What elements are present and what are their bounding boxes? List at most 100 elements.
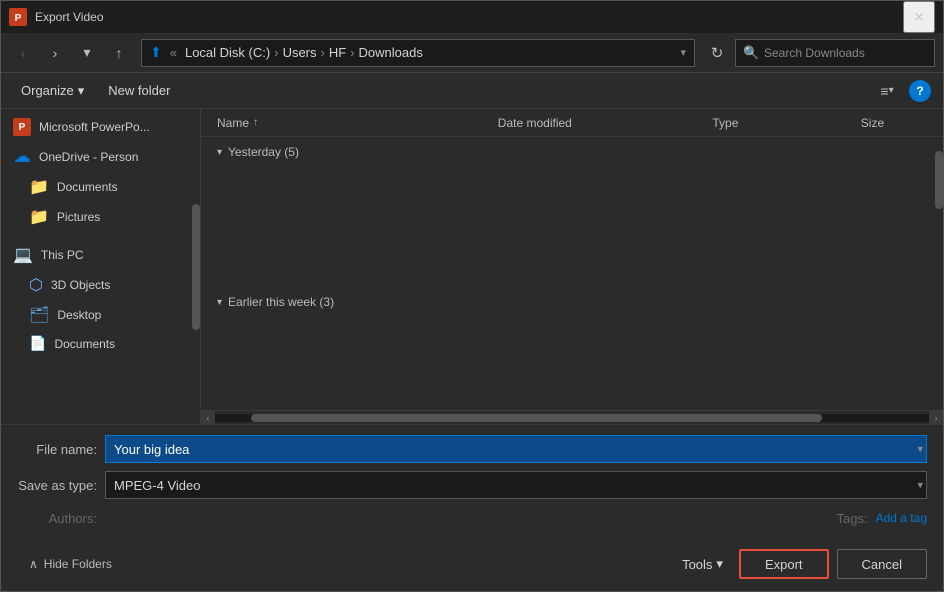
savetype-select[interactable]: MPEG-4 Video Windows Media Video xyxy=(105,471,927,499)
sidebar-item-thispc[interactable]: 💻 This PC xyxy=(1,240,200,270)
refresh-button[interactable]: ↻ xyxy=(703,39,731,67)
footer: ∧ Hide Folders Tools ▾ Export Cancel xyxy=(1,549,943,591)
powerpoint-icon: P xyxy=(13,118,31,136)
address-current: Downloads xyxy=(359,45,423,60)
sidebar-label-documents2: Documents xyxy=(54,337,115,351)
sidebar-label-thispc: This PC xyxy=(41,248,84,262)
sidebar-item-documents2[interactable]: 📄 Documents xyxy=(1,330,200,357)
close-button[interactable]: ✕ xyxy=(903,1,935,33)
file-list-panel: Name ↑ Date modified Type Size ▾ Yest xyxy=(201,109,943,424)
col-header-date[interactable]: Date modified xyxy=(490,109,705,136)
sidebar-label-documents: Documents xyxy=(57,180,118,194)
yesterday-files-area xyxy=(201,167,943,287)
sidebar-scrollbar[interactable] xyxy=(192,109,200,424)
sort-arrow-icon: ↑ xyxy=(253,117,258,128)
recent-locations-button[interactable]: ▾ xyxy=(73,39,101,67)
tools-button[interactable]: Tools ▾ xyxy=(674,552,731,576)
col-header-name[interactable]: Name ↑ xyxy=(209,109,490,136)
scroll-right-button[interactable]: › xyxy=(929,411,943,425)
svg-text:P: P xyxy=(15,13,22,24)
file-list-scrollbar[interactable] xyxy=(935,137,943,424)
help-button[interactable]: ? xyxy=(909,80,931,102)
dialog-title: Export Video xyxy=(35,10,903,24)
sidebar-item-desktop[interactable]: 🗂 Desktop xyxy=(1,300,200,330)
address-separator-0: « xyxy=(170,45,177,60)
file-list[interactable]: ▾ Yesterday (5) ▾ Earlier this week (3) xyxy=(201,137,943,410)
3dobjects-icon: ⬡ xyxy=(29,275,43,295)
view-arrow-icon: ▾ xyxy=(889,85,894,96)
desktop-icon: 🗂 xyxy=(29,305,49,325)
sidebar-label-desktop: Desktop xyxy=(57,308,101,322)
sidebar-scrollbar-thumb xyxy=(192,204,200,330)
view-icon: ≡ xyxy=(880,83,888,99)
savetype-wrapper: MPEG-4 Video Windows Media Video ▾ xyxy=(105,471,927,499)
folder-icon-pictures: 📁 xyxy=(29,207,49,227)
toolbar: Organize ▾ New folder ≡ ▾ ? xyxy=(1,73,943,109)
folder-icon-documents: 📁 xyxy=(29,177,49,197)
address-dropdown-icon[interactable]: ▾ xyxy=(680,46,686,59)
bottom-form-area: File name: ▾ Save as type: MPEG-4 Video … xyxy=(1,424,943,549)
file-list-scrollbar-thumb xyxy=(935,151,943,208)
up-arrow-icon: ↑ xyxy=(116,45,123,61)
sidebar-item-onedrive[interactable]: ☁ OneDrive - Person xyxy=(1,141,200,172)
title-bar: P Export Video ✕ xyxy=(1,1,943,33)
address-part-1: Users xyxy=(283,45,317,60)
address-arrow-icon: ⬆ xyxy=(150,44,162,61)
back-icon: ‹ xyxy=(21,45,26,61)
new-folder-button[interactable]: New folder xyxy=(100,79,178,102)
file-list-header: Name ↑ Date modified Type Size xyxy=(201,109,943,137)
address-parts: Local Disk (C:) › Users › HF › Downloads xyxy=(185,45,673,60)
col-header-size[interactable]: Size xyxy=(853,109,935,136)
group-label-yesterday: Yesterday (5) xyxy=(228,145,299,159)
address-bar[interactable]: ⬆ « Local Disk (C:) › Users › HF › Downl… xyxy=(141,39,695,67)
sidebar-label-powerpoint: Microsoft PowerPo... xyxy=(39,120,150,134)
address-sep-2: › xyxy=(350,45,354,60)
cancel-button[interactable]: Cancel xyxy=(837,549,927,579)
hide-folders-arrow-icon: ∧ xyxy=(29,557,38,571)
sidebar-item-pictures[interactable]: 📁 Pictures xyxy=(1,202,200,232)
sidebar-label-3dobjects: 3D Objects xyxy=(51,278,110,292)
chevron-down-icon: ▾ xyxy=(83,44,90,61)
sidebar-item-3dobjects[interactable]: ⬡ 3D Objects xyxy=(1,270,200,300)
up-button[interactable]: ↑ xyxy=(105,39,133,67)
onedrive-icon: ☁ xyxy=(13,146,31,167)
new-folder-label: New folder xyxy=(108,83,170,98)
scroll-track[interactable] xyxy=(215,414,929,422)
address-sep-1: › xyxy=(321,45,325,60)
group-header-earlier[interactable]: ▾ Earlier this week (3) xyxy=(201,287,943,317)
group-chevron-earlier: ▾ xyxy=(217,297,222,308)
filename-label: File name: xyxy=(17,442,97,457)
tags-label: Tags: xyxy=(837,511,868,526)
forward-button[interactable]: › xyxy=(41,39,69,67)
export-video-dialog: P Export Video ✕ ‹ › ▾ ↑ ⬆ « Local Disk … xyxy=(0,0,944,592)
filename-input-wrapper: ▾ xyxy=(105,435,927,463)
authors-label: Authors: xyxy=(17,511,97,526)
hide-folders-label: Hide Folders xyxy=(44,557,112,571)
content-area: P Microsoft PowerPo... ☁ OneDrive - Pers… xyxy=(1,109,943,424)
savetype-label: Save as type: xyxy=(17,478,97,493)
back-button[interactable]: ‹ xyxy=(9,39,37,67)
hide-folders-button[interactable]: ∧ Hide Folders xyxy=(17,553,124,575)
horizontal-scrollbar[interactable]: ‹ › xyxy=(201,410,943,424)
authors-tags-row: Authors: Tags: Add a tag xyxy=(17,507,927,529)
organize-label: Organize xyxy=(21,83,74,98)
sidebar-item-documents[interactable]: 📁 Documents xyxy=(1,172,200,202)
add-tag-link[interactable]: Add a tag xyxy=(876,511,927,525)
scroll-left-button[interactable]: ‹ xyxy=(201,411,215,425)
group-chevron-yesterday: ▾ xyxy=(217,147,222,158)
pc-icon: 💻 xyxy=(13,245,33,265)
filename-input[interactable] xyxy=(105,435,927,463)
organize-button[interactable]: Organize ▾ xyxy=(13,79,92,103)
authors-input[interactable] xyxy=(105,507,809,529)
tools-arrow-icon: ▾ xyxy=(716,556,723,572)
tools-label: Tools xyxy=(682,557,712,572)
search-input[interactable] xyxy=(735,39,935,67)
address-part-0: Local Disk (C:) xyxy=(185,45,270,60)
group-header-yesterday[interactable]: ▾ Yesterday (5) xyxy=(201,137,943,167)
col-header-type[interactable]: Type xyxy=(704,109,852,136)
export-button[interactable]: Export xyxy=(739,549,829,579)
address-sep-0: › xyxy=(274,45,278,60)
filename-row: File name: ▾ xyxy=(17,435,927,463)
sidebar-item-powerpoint[interactable]: P Microsoft PowerPo... xyxy=(1,113,200,141)
view-button[interactable]: ≡ ▾ xyxy=(873,77,901,105)
